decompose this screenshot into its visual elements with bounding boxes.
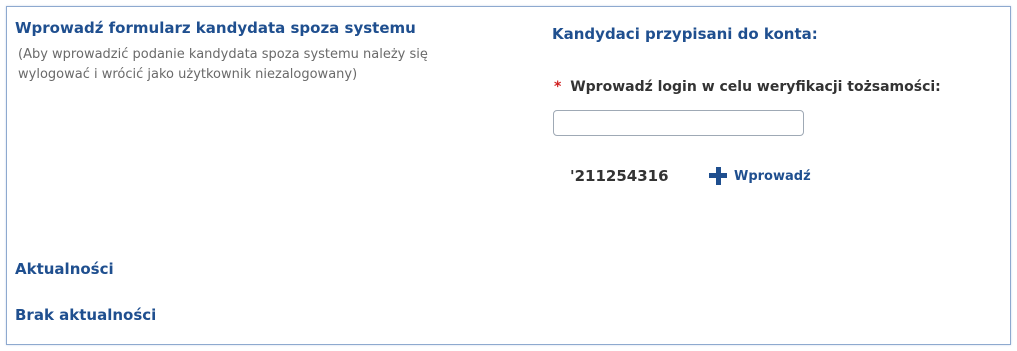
login-input[interactable] — [553, 110, 804, 136]
form-outside-system-link[interactable]: Wprowadź formularz kandydata spoza syste… — [15, 19, 416, 37]
no-news-text: Brak aktualności — [15, 306, 157, 324]
news-heading: Aktualności — [15, 260, 114, 278]
plus-icon[interactable] — [709, 167, 727, 185]
assigned-candidates-heading: Kandydaci przypisani do konta: — [552, 25, 818, 43]
login-label: Wprowadź login w celu weryfikacji tożsam… — [570, 79, 941, 95]
candidate-code-text: '211254316 — [570, 167, 669, 185]
login-label-row: * Wprowadź login w celu weryfikacji tożs… — [554, 79, 941, 95]
add-candidate-link[interactable]: Wprowadź — [734, 169, 811, 184]
required-marker: * — [554, 79, 562, 95]
form-note-text: (Aby wprowadzić podanie kandydata spoza … — [18, 47, 428, 82]
content-panel: Wprowadź formularz kandydata spoza syste… — [6, 6, 1011, 345]
